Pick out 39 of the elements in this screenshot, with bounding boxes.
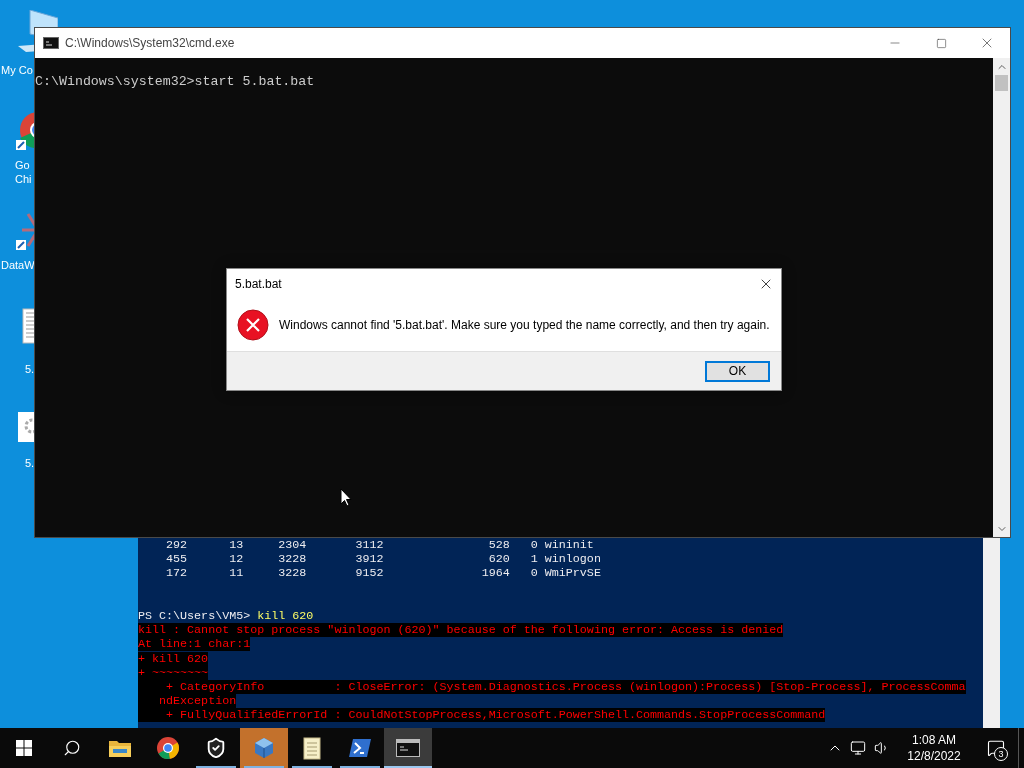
folder-icon bbox=[108, 738, 132, 758]
notification-icon bbox=[987, 739, 1005, 757]
text-file-icon[interactable] bbox=[22, 308, 34, 344]
console-output-line: 292 13 2304 3112 528 0 wininit bbox=[165, 538, 594, 552]
scrollbar[interactable] bbox=[993, 58, 1010, 537]
icon-label: DataW bbox=[1, 258, 35, 272]
icon-label: Go bbox=[14, 158, 30, 172]
icon-label: My Co bbox=[1, 63, 33, 77]
command-prompt-line: PS C:\Users\VM5> kill 620 bbox=[138, 608, 314, 623]
console-output-line: 172 11 3228 9152 1964 0 WmiPrvSE bbox=[165, 566, 601, 581]
console-line: C:\Windows\system32>start 5.bat.bat bbox=[35, 74, 315, 89]
icon-label: Chi bbox=[14, 172, 32, 186]
icon-label: 5. bbox=[24, 456, 35, 470]
mouse-cursor-icon bbox=[340, 488, 352, 507]
notification-button[interactable]: 3 bbox=[974, 728, 1018, 768]
cube-stack-icon bbox=[252, 736, 276, 760]
error-message: Windows cannot find '5.bat.bat'. Make sure you typed the name correctly, and then try again. bbox=[279, 316, 770, 334]
notification-count: 3 bbox=[994, 747, 1008, 761]
error-icon bbox=[237, 308, 269, 341]
console-output-line: 455 12 3228 3912 620 1 winlogon bbox=[165, 552, 601, 567]
dialog-title: 5.bat.bat bbox=[235, 275, 282, 293]
gear-file-icon[interactable] bbox=[18, 412, 34, 442]
shield-icon bbox=[205, 737, 227, 759]
powershell-icon bbox=[348, 738, 372, 758]
scrollbar[interactable] bbox=[983, 538, 1000, 728]
scroll-thumb[interactable] bbox=[995, 75, 1008, 91]
terminal-icon bbox=[396, 739, 420, 757]
icon-label: 5. bbox=[24, 362, 35, 376]
window-title: C:\Windows\System32\cmd.exe bbox=[65, 35, 235, 52]
search-icon bbox=[63, 739, 81, 757]
chrome-icon bbox=[156, 736, 180, 760]
ok-button[interactable]: OK bbox=[705, 360, 770, 382]
windows-logo-icon bbox=[16, 740, 32, 756]
notepad-icon bbox=[302, 736, 322, 760]
maximize-icon bbox=[935, 37, 947, 49]
clock[interactable]: 1:08 AM 12/8/2022 bbox=[894, 728, 974, 768]
terminal-icon bbox=[43, 37, 59, 49]
network-icon bbox=[850, 740, 866, 756]
taskbar-app-button[interactable] bbox=[384, 728, 432, 768]
